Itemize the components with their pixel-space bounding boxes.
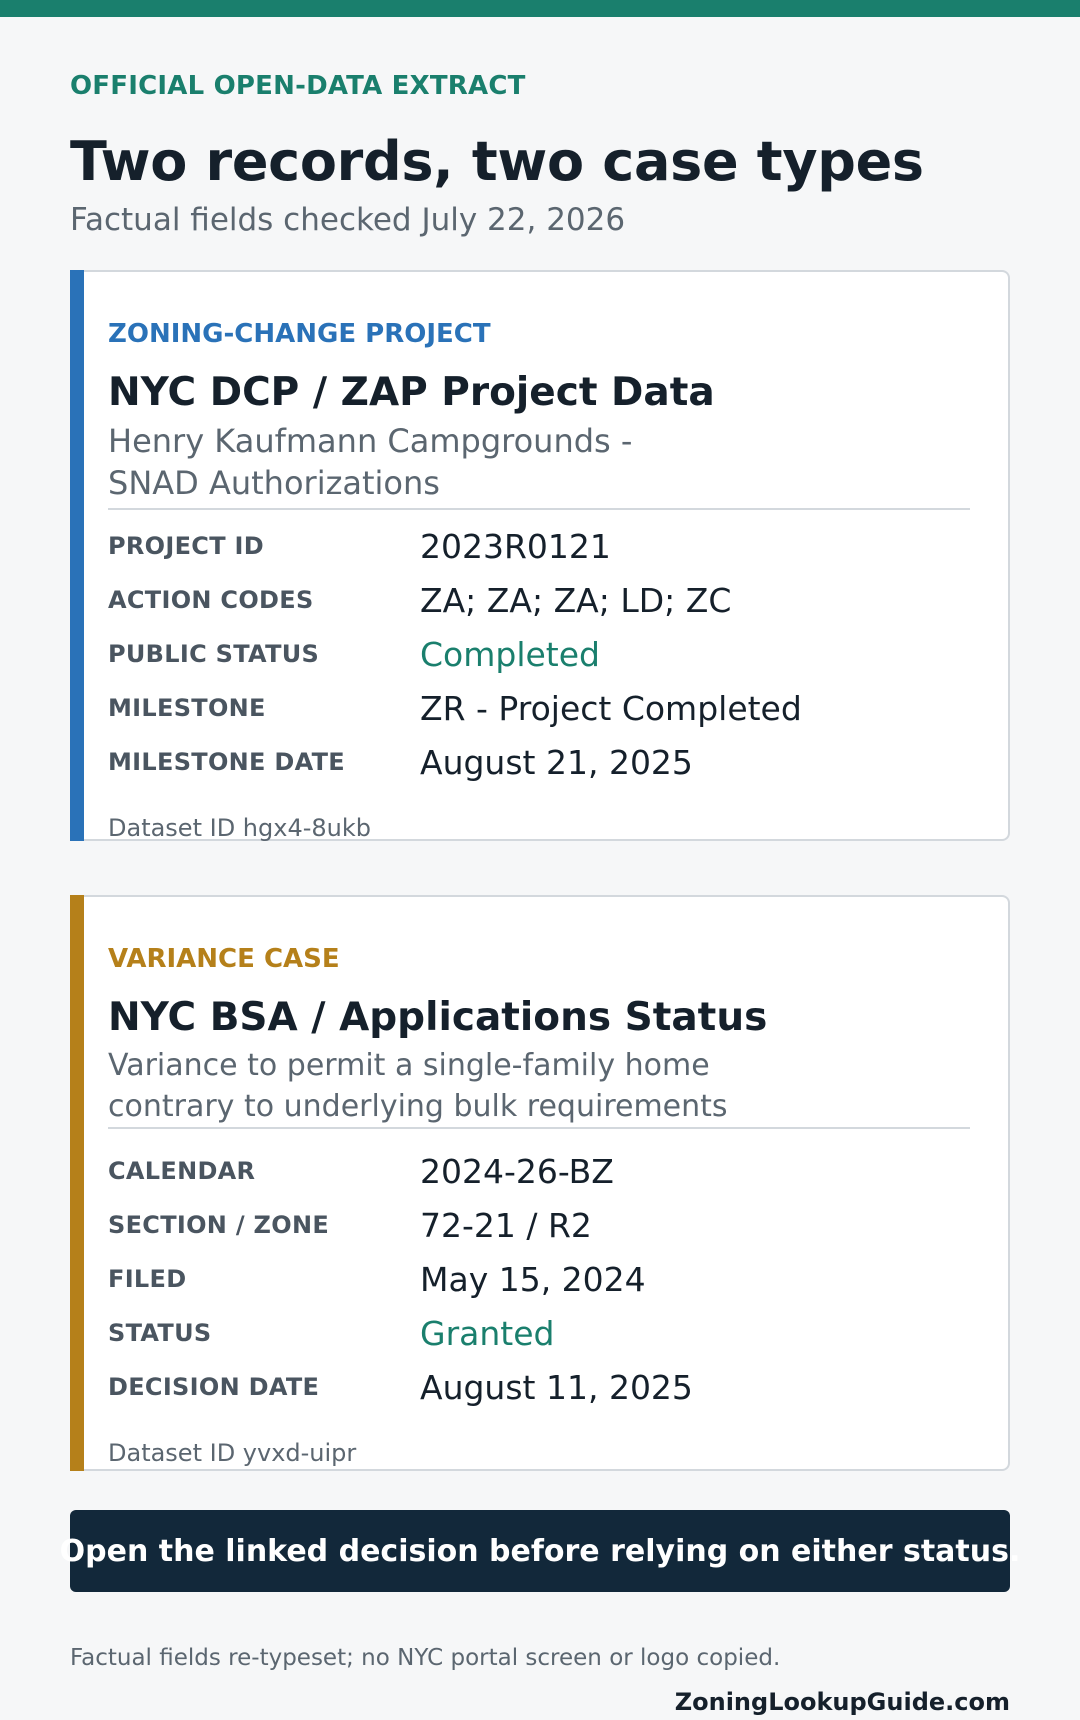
record-type-label: ZONING-CHANGE PROJECT	[108, 319, 491, 349]
card-divider	[108, 508, 970, 510]
top-accent-bar	[0, 0, 1080, 17]
record-description: Henry Kaufmann Campgrounds - SNAD Author…	[108, 420, 928, 504]
field-value-milestone: ZR - Project Completed	[420, 689, 802, 728]
field-value-decision-date: August 11, 2025	[420, 1368, 693, 1407]
description-line: Variance to permit a single-family home	[108, 1048, 710, 1083]
field-label-calendar: CALENDAR	[108, 1157, 256, 1185]
record-description: Variance to permit a single-family home …	[108, 1045, 928, 1127]
description-line: contrary to underlying bulk requirements	[108, 1089, 728, 1124]
dataset-id: Dataset ID yvxd-uipr	[108, 1439, 357, 1467]
dataset-id: Dataset ID hgx4-8ukb	[108, 814, 371, 842]
field-label-milestone-date: MILESTONE DATE	[108, 748, 345, 776]
decision-notice-banner: Open the linked decision before relying …	[60, 1510, 1020, 1592]
field-label-action-codes: ACTION CODES	[108, 586, 314, 614]
card-accent-stripe	[70, 270, 84, 841]
zoning-project-card: ZONING-CHANGE PROJECT NYC DCP / ZAP Proj…	[70, 270, 1010, 842]
field-label-status: STATUS	[108, 1319, 212, 1347]
field-value-calendar: 2024-26-BZ	[420, 1152, 614, 1191]
field-label-project-id: PROJECT ID	[108, 532, 264, 560]
record-source-title: NYC BSA / Applications Status	[108, 995, 768, 1040]
field-value-status: Granted	[420, 1314, 555, 1353]
field-value-public-status: Completed	[420, 635, 600, 674]
site-credit: ZoningLookupGuide.com	[674, 1688, 1010, 1716]
footnote: Factual fields re-typeset; no NYC portal…	[70, 1645, 781, 1671]
field-label-filed: FILED	[108, 1265, 187, 1293]
field-label-section-zone: SECTION / ZONE	[108, 1211, 330, 1239]
field-value-project-id: 2023R0121	[420, 527, 611, 566]
page-subtitle: Factual fields checked July 22, 2026	[70, 202, 626, 238]
record-type-label: VARIANCE CASE	[108, 944, 340, 974]
field-value-filed: May 15, 2024	[420, 1260, 646, 1299]
card-accent-stripe	[70, 895, 84, 1471]
description-line: Henry Kaufmann Campgrounds -	[108, 422, 633, 460]
field-value-section-zone: 72-21 / R2	[420, 1206, 592, 1245]
record-source-title: NYC DCP / ZAP Project Data	[108, 370, 715, 415]
page-title: Two records, two case types	[70, 130, 924, 193]
variance-case-card: VARIANCE CASE NYC BSA / Applications Sta…	[70, 895, 1010, 1471]
field-label-milestone: MILESTONE	[108, 694, 266, 722]
eyebrow-label: OFFICIAL OPEN-DATA EXTRACT	[70, 71, 526, 101]
card-divider	[108, 1127, 970, 1129]
field-label-decision-date: DECISION DATE	[108, 1373, 320, 1401]
field-value-action-codes: ZA; ZA; ZA; LD; ZC	[420, 581, 732, 620]
field-value-milestone-date: August 21, 2025	[420, 743, 693, 782]
description-line: SNAD Authorizations	[108, 464, 440, 502]
field-label-public-status: PUBLIC STATUS	[108, 640, 320, 668]
